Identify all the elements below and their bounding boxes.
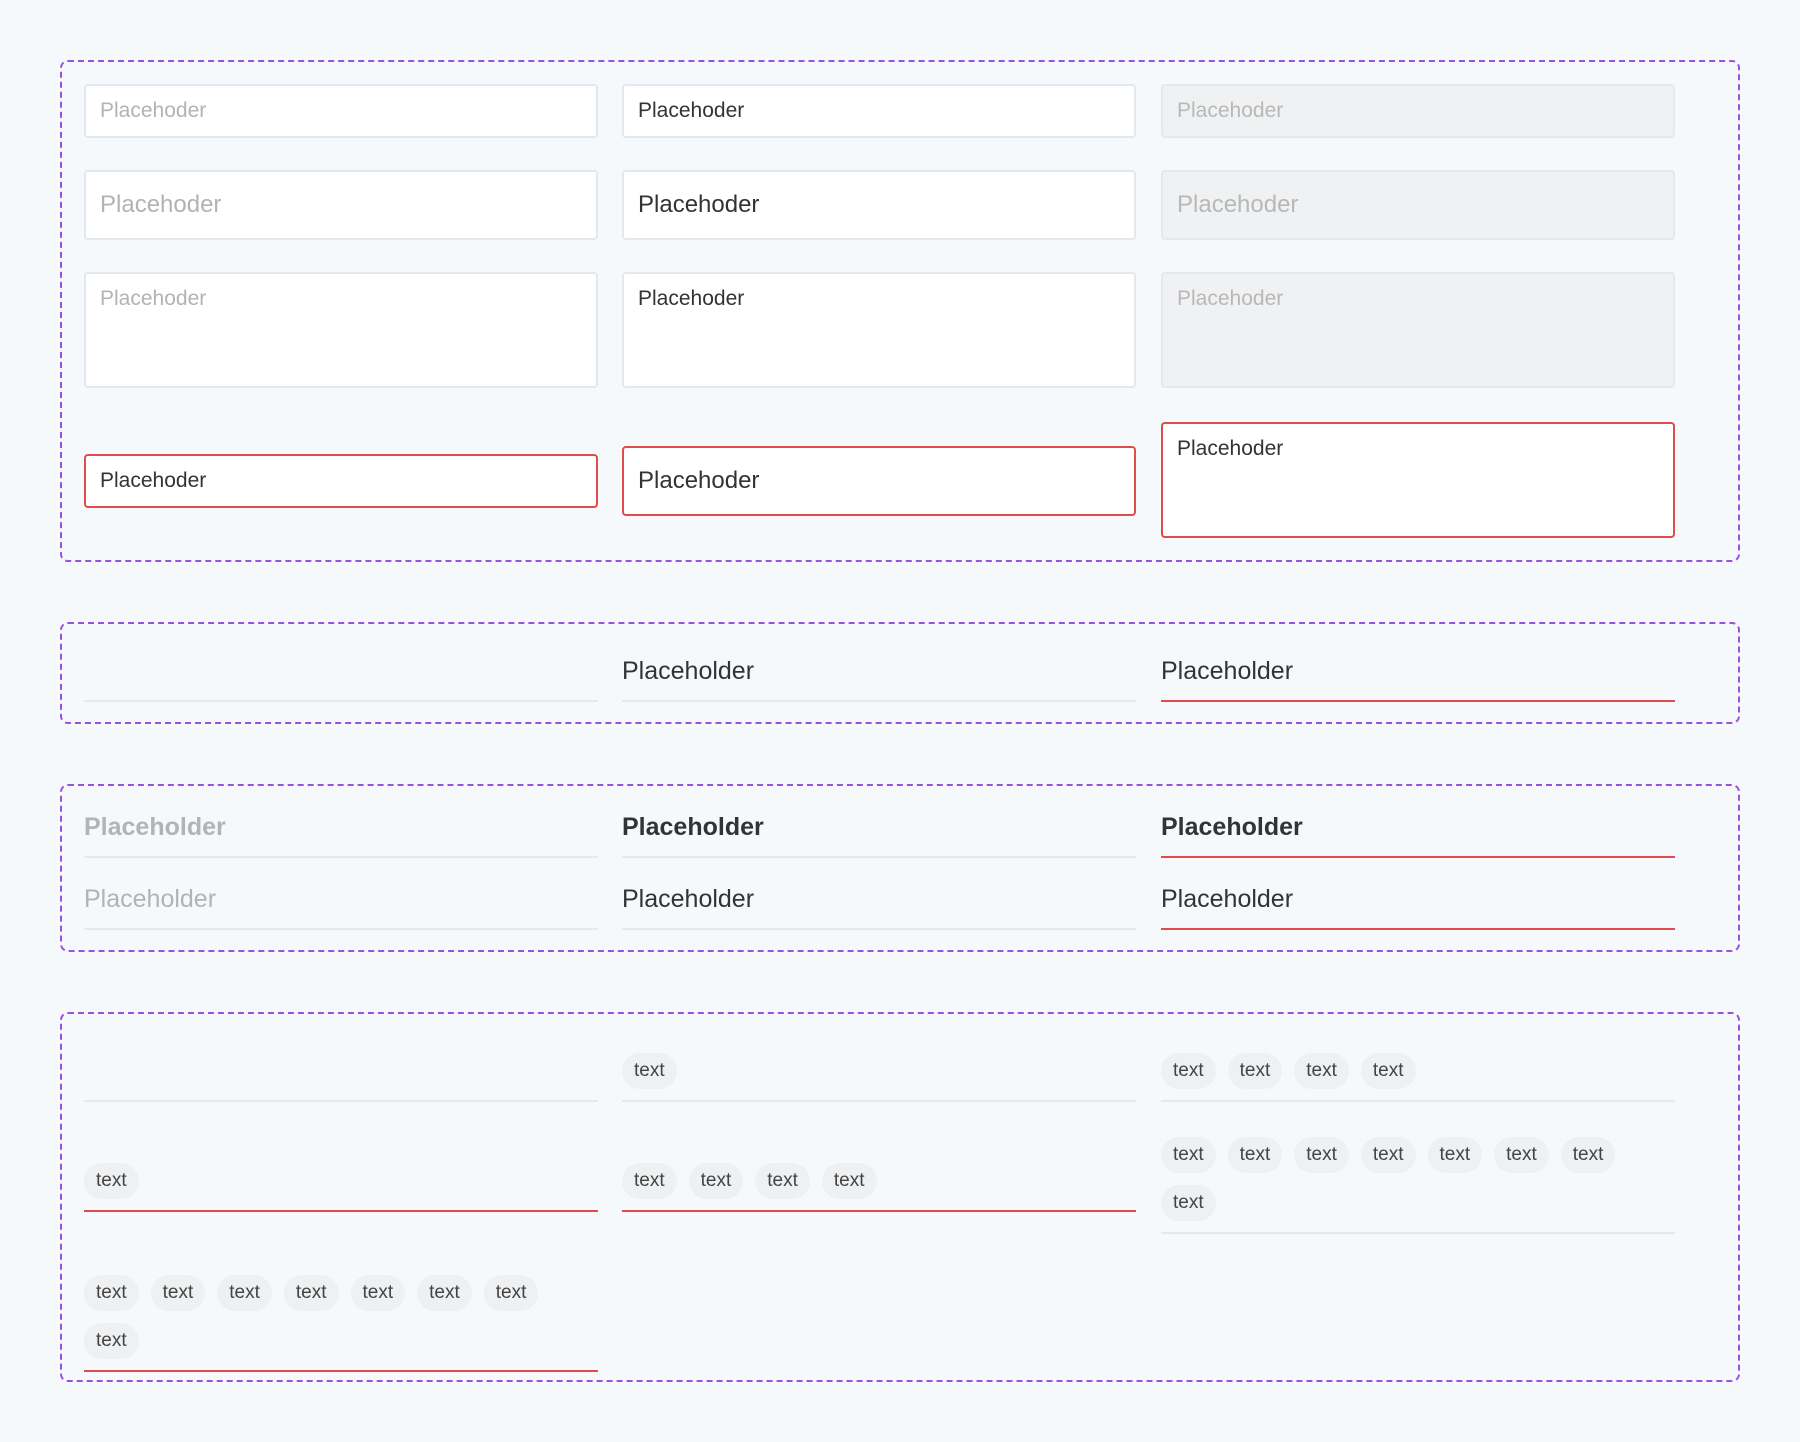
bold-field-filled[interactable]: Placeholder [622, 798, 1136, 858]
tag-chip[interactable]: text [84, 1275, 139, 1311]
tag-chip[interactable]: text [84, 1163, 139, 1199]
field-text: Placeholder [84, 812, 226, 841]
input-value: Placehoder [638, 99, 745, 122]
tag-field-four-error[interactable]: text text text text [622, 1124, 1136, 1212]
tag-chip[interactable]: text [1560, 1137, 1616, 1173]
input-value: Placeholder [1161, 656, 1294, 685]
textarea-value: Placehoder [1177, 437, 1284, 460]
tag-chip[interactable]: text [217, 1275, 272, 1311]
tag-chip[interactable]: text [1360, 1053, 1416, 1089]
tag-field-many-error[interactable]: text text text text text text text text [84, 1230, 598, 1372]
tag-chip[interactable]: text [821, 1163, 877, 1199]
tag-chip[interactable]: text [622, 1053, 677, 1089]
input-placeholder: Placehoder [1177, 191, 1299, 218]
tag-chip[interactable]: text [622, 1163, 677, 1199]
tag-chip[interactable]: text [1161, 1053, 1216, 1089]
underline-input-filled[interactable]: Placeholder [622, 642, 1136, 702]
input-small-error[interactable]: Placehoder [84, 454, 598, 508]
textarea-filled[interactable]: Placehoder [622, 272, 1136, 388]
textarea-value: Placehoder [638, 287, 745, 310]
tag-chip[interactable]: text [1494, 1137, 1549, 1173]
regular-field-error[interactable]: Placeholder [1161, 870, 1675, 930]
field-text: Placeholder [84, 884, 217, 913]
tag-fields-group: text text text text text text text text text te… [60, 1012, 1740, 1382]
textarea-placeholder: Placehoder [100, 287, 207, 310]
tag-chip[interactable]: text [483, 1275, 539, 1311]
bold-field-error[interactable]: Placeholder [1161, 798, 1675, 858]
field-text: Placeholder [1161, 884, 1294, 913]
field-text: Placeholder [1161, 812, 1303, 841]
tag-chip[interactable]: text [84, 1323, 139, 1359]
bold-field-muted[interactable]: Placeholder [84, 798, 598, 858]
input-value: Placeholder [622, 656, 755, 685]
tag-chip[interactable]: text [350, 1275, 406, 1311]
input-small-disabled: Placehoder [1161, 84, 1675, 138]
boxed-inputs-group: Placehoder Placehoder Placehoder Placeho… [60, 60, 1740, 562]
field-text: Placeholder [622, 812, 764, 841]
tag-chip[interactable]: text [1161, 1137, 1216, 1173]
underline-inputs-group: Placeholder Placeholder [60, 622, 1740, 724]
input-value: Placehoder [638, 191, 760, 218]
input-large-empty[interactable]: Placehoder [84, 170, 598, 240]
input-small-empty[interactable]: Placehoder [84, 84, 598, 138]
tag-field-single[interactable]: text [622, 1034, 1136, 1102]
regular-field-filled[interactable]: Placeholder [622, 870, 1136, 930]
input-large-filled[interactable]: Placehoder [622, 170, 1136, 240]
tag-chip[interactable]: text [1360, 1137, 1416, 1173]
regular-field-muted[interactable]: Placeholder [84, 870, 598, 930]
tag-chip[interactable]: text [1427, 1137, 1483, 1173]
tag-chip[interactable]: text [1161, 1185, 1216, 1221]
textarea-error[interactable]: Placehoder [1161, 422, 1675, 538]
tag-chip[interactable]: text [1227, 1053, 1283, 1089]
tag-chip[interactable]: text [150, 1275, 206, 1311]
input-large-error[interactable]: Placehoder [622, 446, 1136, 516]
underline-input-empty[interactable] [84, 642, 598, 702]
tag-chip[interactable]: text [1294, 1137, 1349, 1173]
tag-chip[interactable]: text [283, 1275, 339, 1311]
tag-field-four[interactable]: text text text text [1161, 1034, 1675, 1102]
textarea-placeholder: Placehoder [1177, 287, 1284, 310]
underline-input-error[interactable]: Placeholder [1161, 642, 1675, 702]
input-placeholder: Placehoder [100, 99, 207, 122]
tag-field-many[interactable]: text text text text text text text text [1161, 1120, 1675, 1234]
input-value: Placehoder [638, 467, 760, 494]
input-placeholder: Placehoder [100, 191, 222, 218]
tag-chip[interactable]: text [1294, 1053, 1349, 1089]
tag-field-single-error[interactable]: text [84, 1124, 598, 1212]
input-placeholder: Placehoder [1177, 99, 1284, 122]
tag-chip[interactable]: text [417, 1275, 472, 1311]
field-text: Placeholder [622, 884, 755, 913]
tag-field-empty[interactable] [84, 1034, 598, 1102]
input-small-filled[interactable]: Placehoder [622, 84, 1136, 138]
tag-chip[interactable]: text [688, 1163, 744, 1199]
textarea-empty[interactable]: Placehoder [84, 272, 598, 388]
input-large-disabled: Placehoder [1161, 170, 1675, 240]
input-value: Placehoder [100, 469, 207, 492]
tag-chip[interactable]: text [755, 1163, 810, 1199]
underline-pairs-group: Placeholder Placeholder Placeholder Plac… [60, 784, 1740, 952]
tag-chip[interactable]: text [1227, 1137, 1283, 1173]
textarea-disabled: Placehoder [1161, 272, 1675, 388]
